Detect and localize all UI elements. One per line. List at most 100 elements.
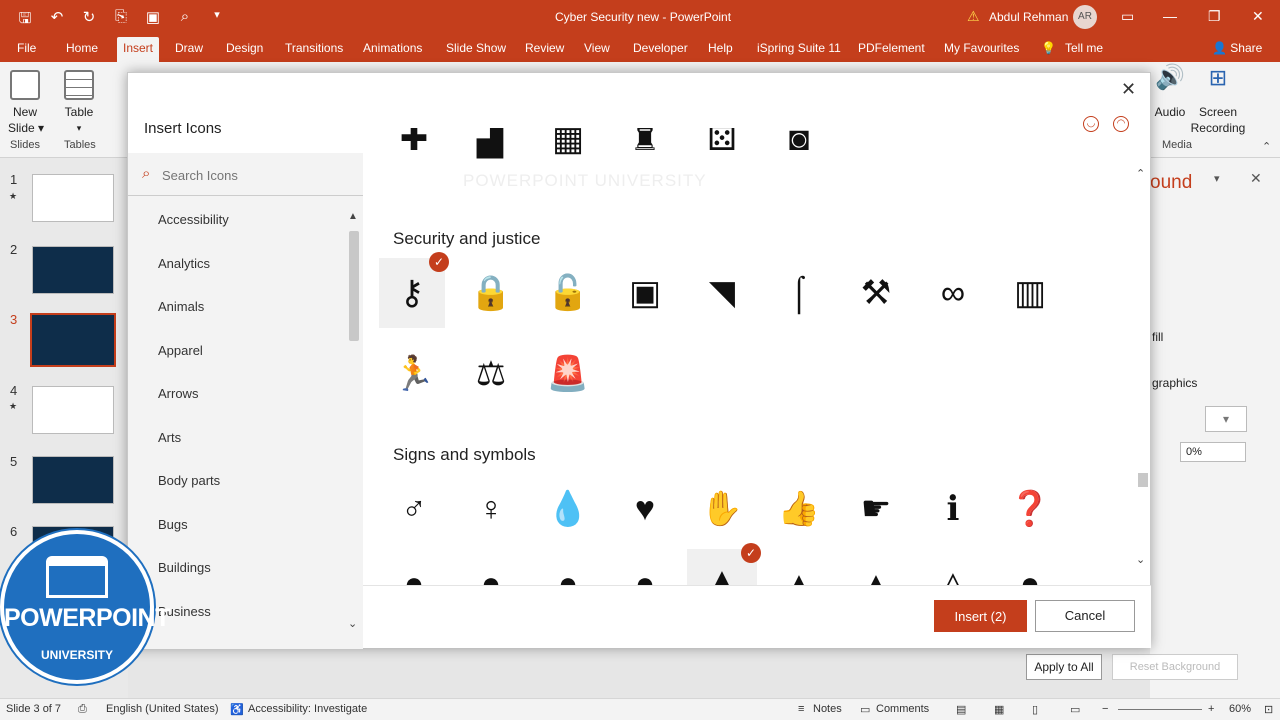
street-light-icon[interactable]: ⌠ <box>768 262 830 324</box>
cancel-button[interactable]: Cancel <box>1035 600 1135 632</box>
slide-thumbnail-2[interactable] <box>32 246 114 294</box>
slideshow-icon[interactable]: ▭ <box>1070 703 1080 716</box>
slide-thumbnail-1[interactable] <box>32 174 114 222</box>
format-painter-icon[interactable]: ⎘ <box>112 8 130 33</box>
undo-icon[interactable]: ↶ <box>48 8 66 33</box>
scroll-down-icon[interactable]: ⌄ <box>348 617 357 630</box>
zoom-out-icon[interactable]: − <box>1102 703 1108 715</box>
padlock-locked-icon[interactable]: 🔒 <box>460 262 522 324</box>
tab-developer[interactable]: Developer <box>633 41 688 55</box>
category-accessibility[interactable]: Accessibility <box>158 212 229 227</box>
user-name[interactable]: Abdul Rehman <box>989 10 1068 24</box>
tab-design[interactable]: Design <box>226 41 263 55</box>
partial-icon[interactable]: △ <box>922 553 984 585</box>
zoom-level[interactable]: 60% <box>1229 703 1251 715</box>
share-button[interactable]: 👤 Share <box>1212 41 1262 55</box>
slide-sorter-icon[interactable]: ▦ <box>994 703 1004 716</box>
close-window-icon[interactable]: ✕ <box>1252 8 1264 25</box>
maze-icon[interactable]: ▦ <box>537 128 599 170</box>
reading-view-icon[interactable]: ▯ <box>1032 703 1038 716</box>
thumbs-up-icon[interactable]: 👍 <box>768 478 830 540</box>
category-apparel[interactable]: Apparel <box>158 343 203 358</box>
partial-icon[interactable]: ● <box>537 553 599 586</box>
close-pane-icon[interactable]: ✕ <box>1250 170 1262 187</box>
category-buildings[interactable]: Buildings <box>158 560 211 575</box>
presenter-icon[interactable]: ▣ <box>144 8 162 33</box>
zoom-in-icon[interactable]: + <box>1208 703 1214 715</box>
customize-toolbar-icon[interactable]: ▾ <box>208 8 226 33</box>
partial-icon[interactable]: ● <box>383 553 445 586</box>
partial-icon[interactable]: ● <box>614 553 676 586</box>
accessibility-status[interactable]: Accessibility: Investigate <box>248 703 367 715</box>
partial-icon[interactable]: ▲ <box>845 553 907 586</box>
male-symbol-icon[interactable]: ♂ <box>383 478 445 540</box>
avatar[interactable]: AR <box>1073 5 1097 29</box>
security-camera-icon[interactable]: ◥ <box>691 262 753 324</box>
tab-help[interactable]: Help <box>708 41 733 55</box>
spelling-icon[interactable]: ⎙ <box>78 703 87 716</box>
pointing-hand-icon[interactable]: ☛ <box>845 478 907 540</box>
graphics-option[interactable]: graphics <box>1152 376 1197 390</box>
water-drop-icon[interactable]: 💧 <box>537 478 599 540</box>
notes-button[interactable]: Notes <box>813 703 842 715</box>
restore-icon[interactable]: ❐ <box>1208 8 1221 25</box>
insert-button[interactable]: Insert (2) <box>934 600 1027 632</box>
female-symbol-icon[interactable]: ♀ <box>460 478 522 540</box>
padlock-unlocked-icon[interactable]: 🔓 <box>537 262 599 324</box>
tab-transitions[interactable]: Transitions <box>285 41 343 55</box>
normal-view-icon[interactable]: ▤ <box>956 703 966 716</box>
question-mark-icon[interactable]: ❓ <box>999 478 1061 540</box>
tab-pdfelement[interactable]: PDFelement <box>858 41 925 55</box>
safe-icon[interactable]: ▣ <box>614 262 676 324</box>
category-animals[interactable]: Animals <box>158 299 204 314</box>
tab-insert[interactable]: Insert <box>117 37 160 62</box>
key-icon[interactable]: ⚷ ✓ <box>379 252 449 328</box>
gavel-icon[interactable]: ⚒ <box>845 262 907 324</box>
gallery-scroll-up-icon[interactable]: ⌃ <box>1136 167 1145 180</box>
save-icon[interactable]: 🖫 <box>16 8 34 33</box>
information-icon[interactable]: ℹ <box>922 478 984 540</box>
selected-partial-icon[interactable]: ▲ ✓ <box>687 543 761 585</box>
tab-ispring[interactable]: iSpring Suite 11 <box>757 41 841 55</box>
minimize-icon[interactable]: — <box>1163 8 1177 24</box>
category-scrollbar[interactable] <box>349 231 359 341</box>
jail-icon[interactable]: ▥ <box>999 262 1061 324</box>
game-controller-icon[interactable]: ◙ <box>768 128 830 170</box>
category-arts[interactable]: Arts <box>158 430 181 445</box>
slide-thumbnail-4[interactable] <box>32 386 114 434</box>
ribbon-display-icon[interactable]: ▭ <box>1121 8 1134 25</box>
tab-my-favourites[interactable]: My Favourites <box>944 41 1019 55</box>
fit-to-window-icon[interactable]: ⊡ <box>1264 703 1273 716</box>
category-bugs[interactable]: Bugs <box>158 517 188 532</box>
siren-icon[interactable]: 🚨 <box>537 343 599 405</box>
warning-icon[interactable]: ⚠ <box>967 8 980 25</box>
apply-to-all-button[interactable]: Apply to All <box>1026 654 1102 680</box>
reset-background-button[interactable]: Reset Background <box>1112 654 1238 680</box>
dice-icon[interactable]: ⚄ <box>691 128 753 170</box>
audio-button[interactable]: 🔊 Audio <box>1152 66 1188 120</box>
new-slide-button[interactable]: New Slide ▾ <box>8 70 44 136</box>
close-icon[interactable]: ✕ <box>1121 79 1136 100</box>
fill-option[interactable]: fill <box>1152 330 1163 344</box>
search-input[interactable] <box>162 165 342 185</box>
comments-button[interactable]: Comments <box>876 703 929 715</box>
tab-slide-show[interactable]: Slide Show <box>446 41 506 55</box>
scroll-up-icon[interactable]: ▲ <box>348 211 358 222</box>
partial-icon[interactable]: ● <box>999 553 1061 586</box>
puzzle-piece-icon[interactable]: ▟ <box>459 128 521 170</box>
partial-icon[interactable]: ▲ <box>768 553 830 586</box>
tab-review[interactable]: Review <box>525 41 564 55</box>
pane-options-icon[interactable]: ▾ <box>1214 172 1220 185</box>
raised-hand-icon[interactable]: ✋ <box>691 478 753 540</box>
tab-view[interactable]: View <box>584 41 610 55</box>
screen-recording-button[interactable]: ⊞ Screen Recording <box>1190 67 1246 136</box>
slide-indicator[interactable]: Slide 3 of 7 <box>6 703 61 715</box>
gallery-scroll-down-icon[interactable]: ⌄ <box>1136 553 1145 566</box>
language-indicator[interactable]: English (United States) <box>106 703 219 715</box>
category-arrows[interactable]: Arrows <box>158 386 198 401</box>
slide-thumbnail-3[interactable] <box>30 313 116 367</box>
puzzle-icon[interactable]: ✚ <box>383 128 445 170</box>
partial-icon[interactable]: ● <box>460 553 522 586</box>
collapse-ribbon-icon[interactable]: ⌃ <box>1262 140 1271 153</box>
tab-animations[interactable]: Animations <box>363 41 422 55</box>
